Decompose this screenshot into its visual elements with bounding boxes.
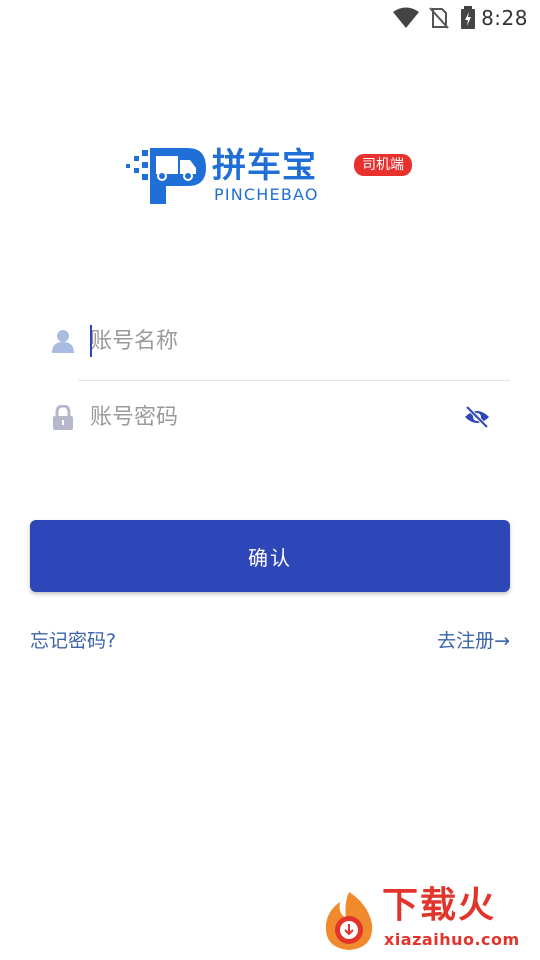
account-field[interactable]: [30, 305, 510, 379]
brand-name: 拼车宝: [212, 146, 317, 186]
brand-subtitle: PINCHEBAO: [214, 185, 319, 204]
user-icon: [52, 329, 74, 357]
watermark-title: 下载火: [382, 885, 497, 926]
lock-icon: [52, 404, 74, 435]
register-link[interactable]: 去注册→: [437, 626, 510, 653]
watermark-url: xiazaihuo.com: [384, 930, 520, 949]
flame-logo-icon: [318, 890, 380, 956]
password-input[interactable]: [90, 395, 450, 439]
account-input[interactable]: [90, 319, 450, 363]
status-time: 8:28: [481, 6, 528, 30]
forgot-password-link[interactable]: 忘记密码?: [30, 626, 116, 653]
no-sim-icon: [428, 6, 450, 34]
truck-logo-icon: [124, 146, 208, 210]
login-screen: 8:28 拼车宝 PINCHEBAO 司机端 账号名称 确认 忘记密码? 去注册…: [0, 0, 540, 960]
eye-slash-icon[interactable]: [464, 405, 490, 433]
watermark: 下载火 xiazaihuo.com: [318, 886, 536, 956]
confirm-button[interactable]: 确认: [30, 520, 510, 592]
wifi-icon: [392, 6, 420, 34]
password-field[interactable]: [30, 381, 510, 455]
battery-charging-icon: [460, 6, 476, 34]
status-bar: 8:28: [0, 0, 540, 36]
driver-badge: 司机端: [354, 154, 412, 176]
text-cursor: [90, 325, 92, 357]
app-logo: 拼车宝 PINCHEBAO 司机端: [124, 146, 416, 208]
